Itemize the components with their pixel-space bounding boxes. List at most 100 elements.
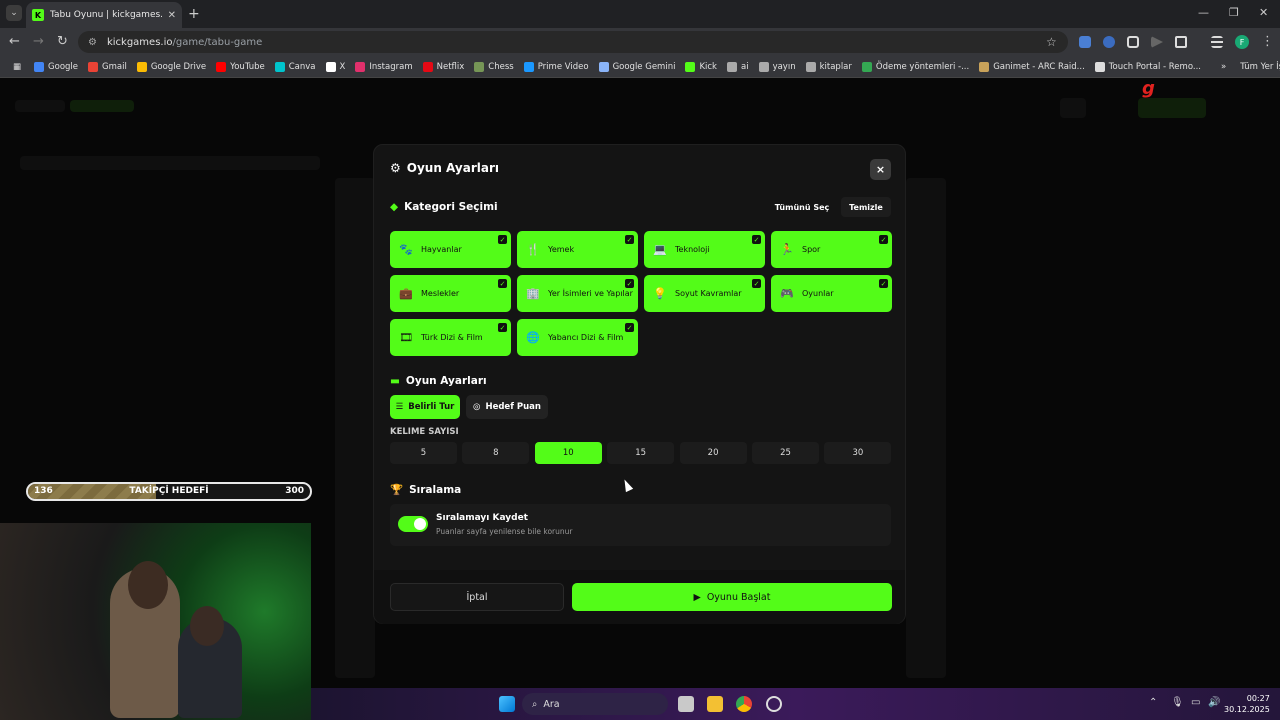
tab-close-icon[interactable]: ✕ — [168, 10, 176, 21]
bookmark-favicon-icon — [805, 61, 816, 72]
modal-title: Oyun Ayarları — [406, 161, 499, 175]
menu-icon[interactable]: ⋮ — [1261, 34, 1274, 49]
checkbox-checked-icon[interactable]: ✓ — [498, 235, 507, 244]
bookmark-item[interactable]: Netflix — [418, 61, 470, 72]
minimize-icon[interactable]: — — [1198, 6, 1209, 19]
category-card[interactable]: 🌐 Yabancı Dizi & Film ✓ — [517, 319, 638, 356]
checkbox-checked-icon[interactable]: ✓ — [879, 279, 888, 288]
category-card[interactable]: 🏢 Yer İsimleri ve Yapılar ✓ — [517, 275, 638, 312]
cancel-button[interactable]: İptal — [390, 583, 564, 611]
modal-close-button[interactable]: × — [870, 159, 891, 180]
word-count-option[interactable]: 10 — [534, 442, 602, 464]
bookmark-star-icon[interactable]: ☆ — [1046, 35, 1057, 49]
category-card[interactable]: 💼 Meslekler ✓ — [390, 275, 511, 312]
paw-icon: 🐾 — [399, 243, 413, 256]
more-bookmarks-icon[interactable]: » — [1216, 62, 1231, 72]
word-count-option[interactable]: 30 — [824, 442, 892, 464]
audio-extension-icon[interactable] — [1103, 36, 1115, 48]
bookmark-item[interactable]: Prime Video — [519, 61, 594, 72]
category-card[interactable]: 🎮 Oyunlar ✓ — [771, 275, 892, 312]
category-card[interactable]: 💻 Teknoloji ✓ — [644, 231, 765, 268]
start-menu-icon[interactable] — [499, 696, 515, 712]
bookmark-item[interactable]: Gmail — [83, 61, 132, 72]
bookmark-item[interactable]: Instagram — [350, 61, 417, 72]
checkbox-checked-icon[interactable]: ✓ — [625, 235, 634, 244]
category-card[interactable]: 🏃 Spor ✓ — [771, 231, 892, 268]
profile-avatar[interactable]: F — [1235, 35, 1249, 49]
start-game-button[interactable]: ▶ Oyunu Başlat — [572, 583, 892, 611]
clock[interactable]: 00:27 30.12.2025 — [1224, 693, 1270, 715]
category-card[interactable]: 💡 Soyut Kavramlar ✓ — [644, 275, 765, 312]
bookmark-item[interactable]: Kick — [680, 61, 722, 72]
select-all-button[interactable]: Tümünü Seç — [772, 197, 832, 217]
category-section-heading: ◆ Kategori Seçimi — [390, 201, 498, 213]
checkbox-checked-icon[interactable]: ✓ — [498, 323, 507, 332]
apps-icon[interactable]: ▦ — [8, 62, 29, 72]
extension-icon[interactable] — [1127, 36, 1139, 48]
bookmark-item[interactable]: Google — [29, 61, 83, 72]
word-count-option[interactable]: 8 — [462, 442, 530, 464]
bookmark-item[interactable]: kitaplar — [801, 61, 857, 72]
word-count-option[interactable]: 25 — [752, 442, 819, 464]
tray-chevron-icon[interactable]: ⌃ — [1149, 697, 1157, 708]
new-tab-icon[interactable]: + — [188, 6, 200, 22]
ranking-heading: 🏆 Sıralama — [390, 483, 462, 497]
ranking-section-label: Sıralama — [409, 483, 462, 496]
volume-icon[interactable]: 🔊 — [1208, 697, 1220, 708]
bookmark-item[interactable]: X — [321, 61, 351, 72]
bookmark-favicon-icon — [216, 61, 227, 72]
bookmark-item[interactable]: Google Gemini — [594, 61, 681, 72]
chrome-icon[interactable] — [736, 696, 752, 712]
category-card[interactable]: 🐾 Hayvanlar ✓ — [390, 231, 511, 268]
bookmark-item[interactable]: YouTube — [211, 61, 270, 72]
checkbox-checked-icon[interactable]: ✓ — [498, 279, 507, 288]
active-tab[interactable]: K Tabu Oyunu | kickgames.io ✕ — [26, 2, 182, 28]
media-icon[interactable] — [1151, 36, 1163, 48]
bookmark-item[interactable]: Google Drive — [132, 61, 211, 72]
restore-icon[interactable]: ❐ — [1229, 6, 1239, 19]
target-icon: ◎ — [473, 402, 481, 412]
forward-icon[interactable]: → — [33, 34, 44, 49]
window-close-icon[interactable]: ✕ — [1259, 6, 1268, 19]
clear-button[interactable]: Temizle — [841, 197, 891, 217]
category-card[interactable]: 🍴 Yemek ✓ — [517, 231, 638, 268]
save-ranking-toggle[interactable] — [398, 516, 428, 532]
checkbox-checked-icon[interactable]: ✓ — [625, 323, 634, 332]
address-bar[interactable]: ⚙ kickgames.io/game/tabu-game — [78, 31, 1068, 53]
translate-extension-icon[interactable] — [1079, 36, 1091, 48]
puzzle-icon[interactable] — [1175, 36, 1187, 48]
file-explorer-icon[interactable] — [707, 696, 723, 712]
goal-title: TAKİPÇİ HEDEFİ — [129, 486, 209, 496]
bookmark-item[interactable]: ai — [722, 61, 754, 72]
checkbox-checked-icon[interactable]: ✓ — [752, 235, 761, 244]
tab-list-icon[interactable] — [1211, 36, 1223, 48]
site-info-icon[interactable]: ⚙ — [88, 37, 97, 48]
task-view-icon[interactable] — [678, 696, 694, 712]
reload-icon[interactable]: ↻ — [57, 34, 68, 49]
play-icon: ▶ — [693, 591, 701, 603]
taskbar-search[interactable]: ⌕ Ara — [522, 693, 668, 715]
checkbox-checked-icon[interactable]: ✓ — [879, 235, 888, 244]
category-card[interactable]: 🎞 Türk Dizi & Film ✓ — [390, 319, 511, 356]
back-icon[interactable]: ← — [9, 34, 20, 49]
bookmark-item[interactable]: Canva — [270, 61, 321, 72]
word-count-option[interactable]: 20 — [679, 442, 747, 464]
bookmark-item[interactable]: Chess — [469, 61, 518, 72]
microphone-icon[interactable]: 🎙 — [1171, 697, 1184, 708]
bookmark-item[interactable]: Ganimet - ARC Raid... — [974, 61, 1090, 72]
network-icon[interactable]: ▭ — [1191, 697, 1200, 708]
bookmark-item[interactable]: Touch Portal - Remo... — [1090, 61, 1206, 72]
mode-rounds-button[interactable]: ☰ Belirli Tur — [390, 395, 460, 419]
running-icon: 🏃 — [780, 243, 794, 256]
category-label: Yabancı Dizi & Film — [548, 333, 624, 342]
checkbox-checked-icon[interactable]: ✓ — [625, 279, 634, 288]
checkbox-checked-icon[interactable]: ✓ — [752, 279, 761, 288]
word-count-option[interactable]: 5 — [390, 442, 457, 464]
bookmark-item[interactable]: yayın — [754, 61, 801, 72]
all-bookmarks-button[interactable]: Tüm Yer İşaretleri — [1235, 62, 1280, 72]
obs-icon[interactable] — [766, 696, 782, 712]
tab-search-button[interactable]: ⌄ — [6, 5, 22, 21]
bookmark-item[interactable]: Ödeme yöntemleri -... — [857, 61, 974, 72]
word-count-option[interactable]: 15 — [607, 442, 675, 464]
mode-target-button[interactable]: ◎ Hedef Puan — [466, 395, 548, 419]
